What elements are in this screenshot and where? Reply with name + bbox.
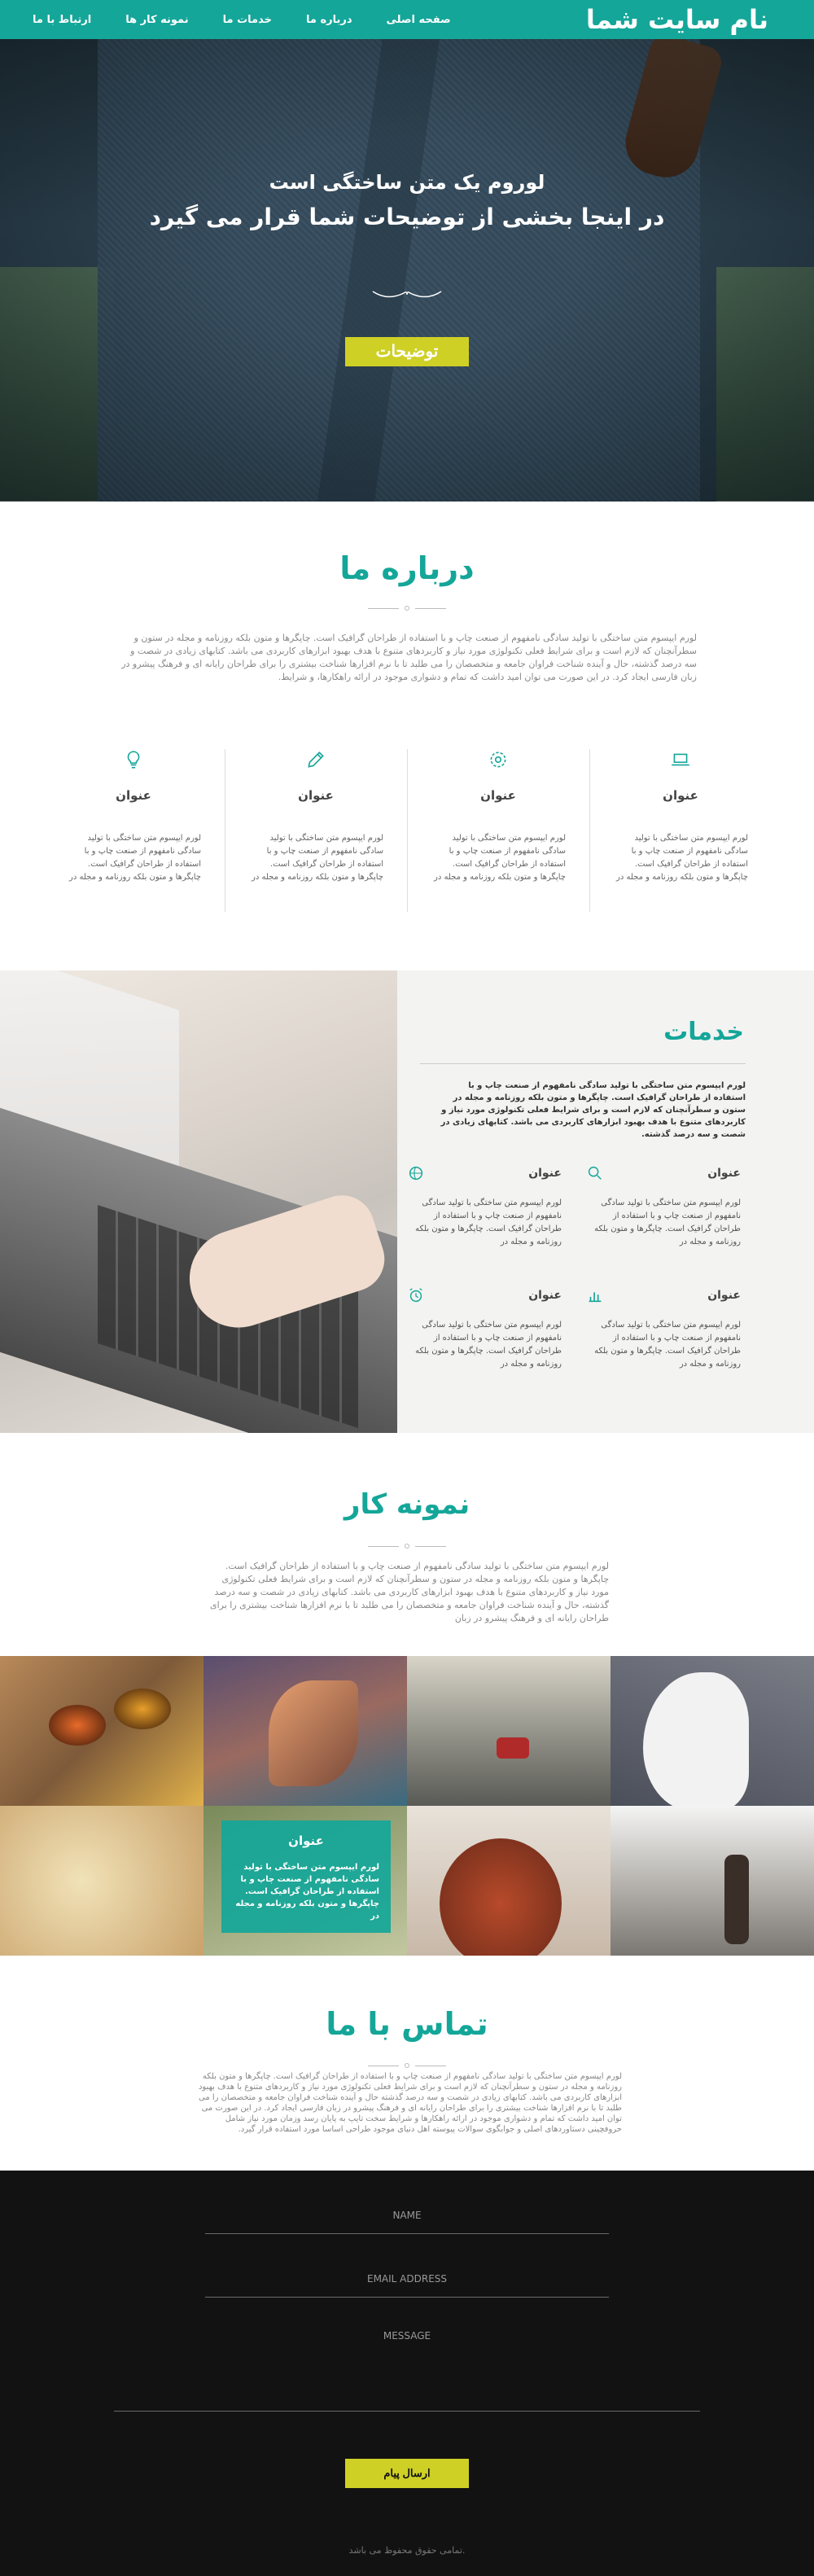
- hero-details-button[interactable]: توضیحات: [345, 337, 469, 366]
- top-navbar: صفحه اصلی درباره ما خدمات ما نمونه کار ه…: [0, 0, 814, 39]
- ornament-divider-icon: [372, 291, 442, 298]
- page: صفحه اصلی درباره ما خدمات ما نمونه کار ه…: [0, 0, 814, 2576]
- service-item: عنوان لورم ایپسوم متن ساختگی با تولید سا…: [407, 1286, 562, 1371]
- nav-link-about[interactable]: درباره ما: [306, 14, 352, 26]
- search-icon: [588, 1166, 602, 1180]
- laptop-icon: [672, 753, 689, 766]
- feature-title: عنوان: [298, 788, 334, 803]
- gear-icon: [490, 751, 506, 768]
- services-title: خدمات: [663, 1018, 744, 1046]
- lightbulb-icon: [127, 751, 140, 769]
- contact-divider: [368, 2061, 446, 2070]
- overlay-text: لورم ایپسوم متن ساختگی با تولید سادگی نا…: [235, 1863, 379, 1921]
- feature-text: لورم ایپسوم متن ساختگی با تولید سادگی نا…: [434, 834, 566, 882]
- feature-text: لورم ایپسوم متن ساختگی با تولید سادگی نا…: [69, 834, 201, 882]
- about-divider: [368, 604, 446, 612]
- service-item: عنوان لورم ایپسوم متن ساختگی با تولید سا…: [407, 1164, 562, 1249]
- service-title: عنوان: [707, 1167, 741, 1180]
- globe-icon: [409, 1166, 423, 1181]
- portfolio-image-street[interactable]: [610, 1806, 814, 1956]
- hero-headline: لوروم یک متن ساختگی است: [269, 171, 545, 194]
- service-title: عنوان: [528, 1167, 562, 1180]
- feature-title: عنوان: [480, 788, 516, 803]
- nav-link-contact[interactable]: ارتباط با ما: [33, 14, 91, 26]
- portfolio-title: نمونه کار: [344, 1488, 470, 1521]
- feature-card: عنوان لورم ایپسوم متن ساختگی با تولید سا…: [42, 749, 225, 912]
- nav-link-portfolio[interactable]: نمونه کار ها: [125, 14, 188, 26]
- portfolio-hover-overlay[interactable]: عنوان لورم ایپسوم متن ساختگی با تولید سا…: [221, 1820, 391, 1933]
- hero-subheadline: در اینجا بخشی از توضیحات شما قرار می گیر…: [149, 204, 665, 230]
- service-title: عنوان: [528, 1289, 562, 1302]
- service-text: لورم ایپسوم متن ساختگی با تولید سادگی نا…: [594, 1321, 741, 1369]
- chart-icon: [589, 1292, 602, 1303]
- services-description: لورم ایپسوم متن ساختگی با تولید سادگی نا…: [440, 1081, 746, 1139]
- service-item: عنوان لورم ایپسوم متن ساختگی با تولید سا…: [586, 1286, 741, 1371]
- site-brand[interactable]: نام سایت شما: [586, 4, 768, 35]
- name-field[interactable]: NAME: [205, 2210, 609, 2234]
- portfolio-image-swan[interactable]: [610, 1656, 814, 1806]
- services-divider: [420, 1063, 746, 1064]
- contact-paragraph: لورم ایپسوم متن ساختگی با تولید سادگی نا…: [198, 2072, 622, 2134]
- portfolio-image-cookies[interactable]: [0, 1806, 204, 1956]
- feature-title: عنوان: [663, 788, 698, 803]
- feature-text: لورم ایپسوم متن ساختگی با تولید سادگی نا…: [252, 834, 383, 882]
- contact-title: تماس با ما: [326, 2006, 488, 2042]
- nav-link-services[interactable]: خدمات ما: [223, 14, 272, 26]
- nav-menu: صفحه اصلی درباره ما خدمات ما نمونه کار ه…: [33, 14, 451, 26]
- service-title: عنوان: [707, 1289, 741, 1302]
- portfolio-image-hair[interactable]: [407, 1806, 610, 1956]
- service-text: لورم ایپسوم متن ساختگی با تولید سادگی نا…: [415, 1321, 562, 1369]
- service-item: عنوان لورم ایپسوم متن ساختگی با تولید سا…: [586, 1164, 741, 1249]
- portfolio-image-leaf[interactable]: [204, 1656, 407, 1806]
- pencil-icon: [308, 751, 324, 768]
- feature-title: عنوان: [116, 788, 151, 803]
- portfolio-divider: [368, 1542, 446, 1550]
- services-laptop-image: [0, 970, 397, 1433]
- nav-link-home[interactable]: صفحه اصلی: [387, 14, 451, 26]
- send-message-button[interactable]: ارسال پیام: [345, 2459, 469, 2488]
- email-field[interactable]: EMAIL ADDRESS: [205, 2273, 609, 2298]
- alarm-clock-icon: [409, 1288, 422, 1303]
- portfolio-image-sunglasses[interactable]: [0, 1656, 204, 1806]
- message-field[interactable]: MESSAGE: [114, 2330, 700, 2412]
- overlay-title: عنوان: [288, 1833, 324, 1848]
- portfolio-image-road[interactable]: [407, 1656, 610, 1806]
- service-text: لورم ایپسوم متن ساختگی با تولید سادگی نا…: [594, 1198, 741, 1246]
- portfolio-paragraph: لورم ایپسوم متن ساختگی با تولید سادگی نا…: [210, 1561, 609, 1623]
- feature-card: عنوان لورم ایپسوم متن ساختگی با تولید سا…: [589, 749, 772, 912]
- hero-vignette: [0, 39, 814, 502]
- service-text: لورم ایپسوم متن ساختگی با تولید سادگی نا…: [415, 1198, 562, 1246]
- hero-banner: [0, 39, 814, 502]
- feature-card: عنوان لورم ایپسوم متن ساختگی با تولید سا…: [225, 749, 407, 912]
- feature-card: عنوان لورم ایپسوم متن ساختگی با تولید سا…: [407, 749, 589, 912]
- hero-text: لوروم یک متن ساختگی است در اینجا بخشی از…: [0, 171, 814, 230]
- feature-text: لورم ایپسوم متن ساختگی با تولید سادگی نا…: [616, 834, 748, 882]
- footer-copyright: تمامی حقوق محفوظ می باشد.: [348, 2545, 466, 2556]
- about-title: درباره ما: [339, 550, 475, 586]
- about-paragraph: لورم ایپسوم متن ساختگی با تولید سادگی نا…: [121, 633, 697, 682]
